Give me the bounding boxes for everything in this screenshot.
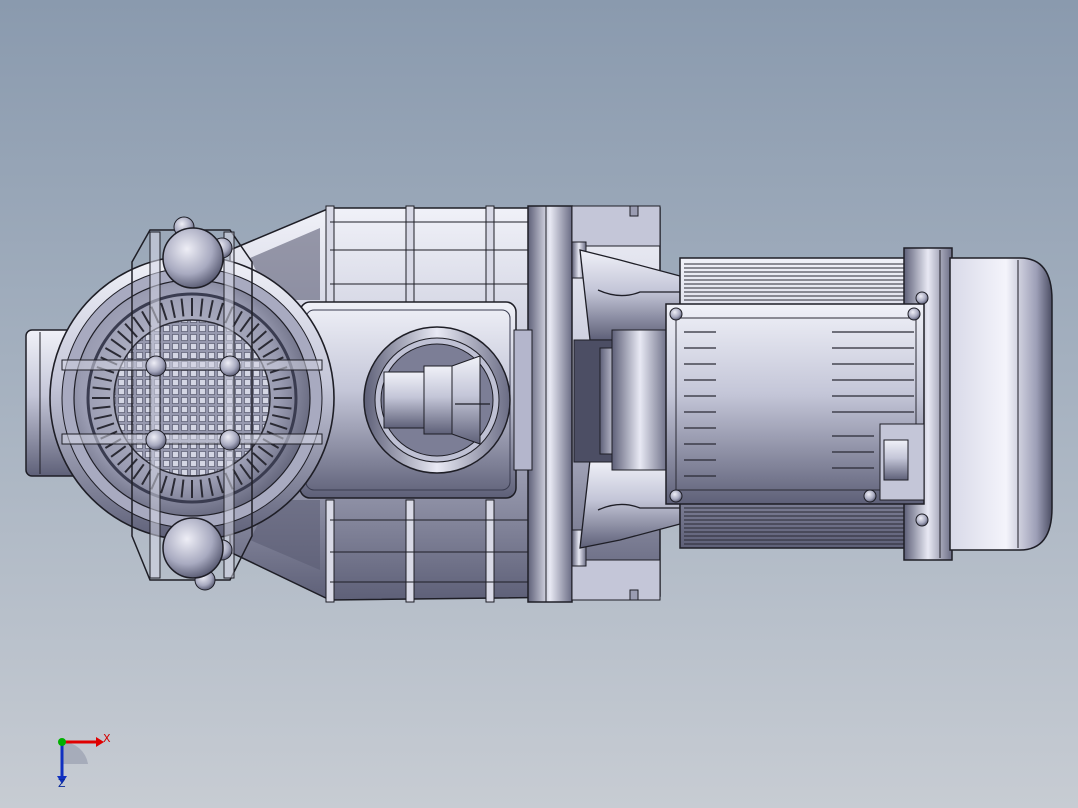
strainer-basket (49, 255, 335, 541)
reference-triad: X Z (40, 724, 120, 794)
graphics-viewport[interactable]: X Z (0, 0, 1078, 808)
coupling-lantern (573, 249, 681, 549)
x-axis-label: X (103, 732, 111, 745)
pump-motor-model[interactable] (0, 0, 1078, 808)
terminal-box (665, 291, 929, 527)
z-axis-label: Z (58, 777, 66, 790)
y-axis-dot (58, 738, 66, 746)
pump-body (299, 301, 533, 499)
